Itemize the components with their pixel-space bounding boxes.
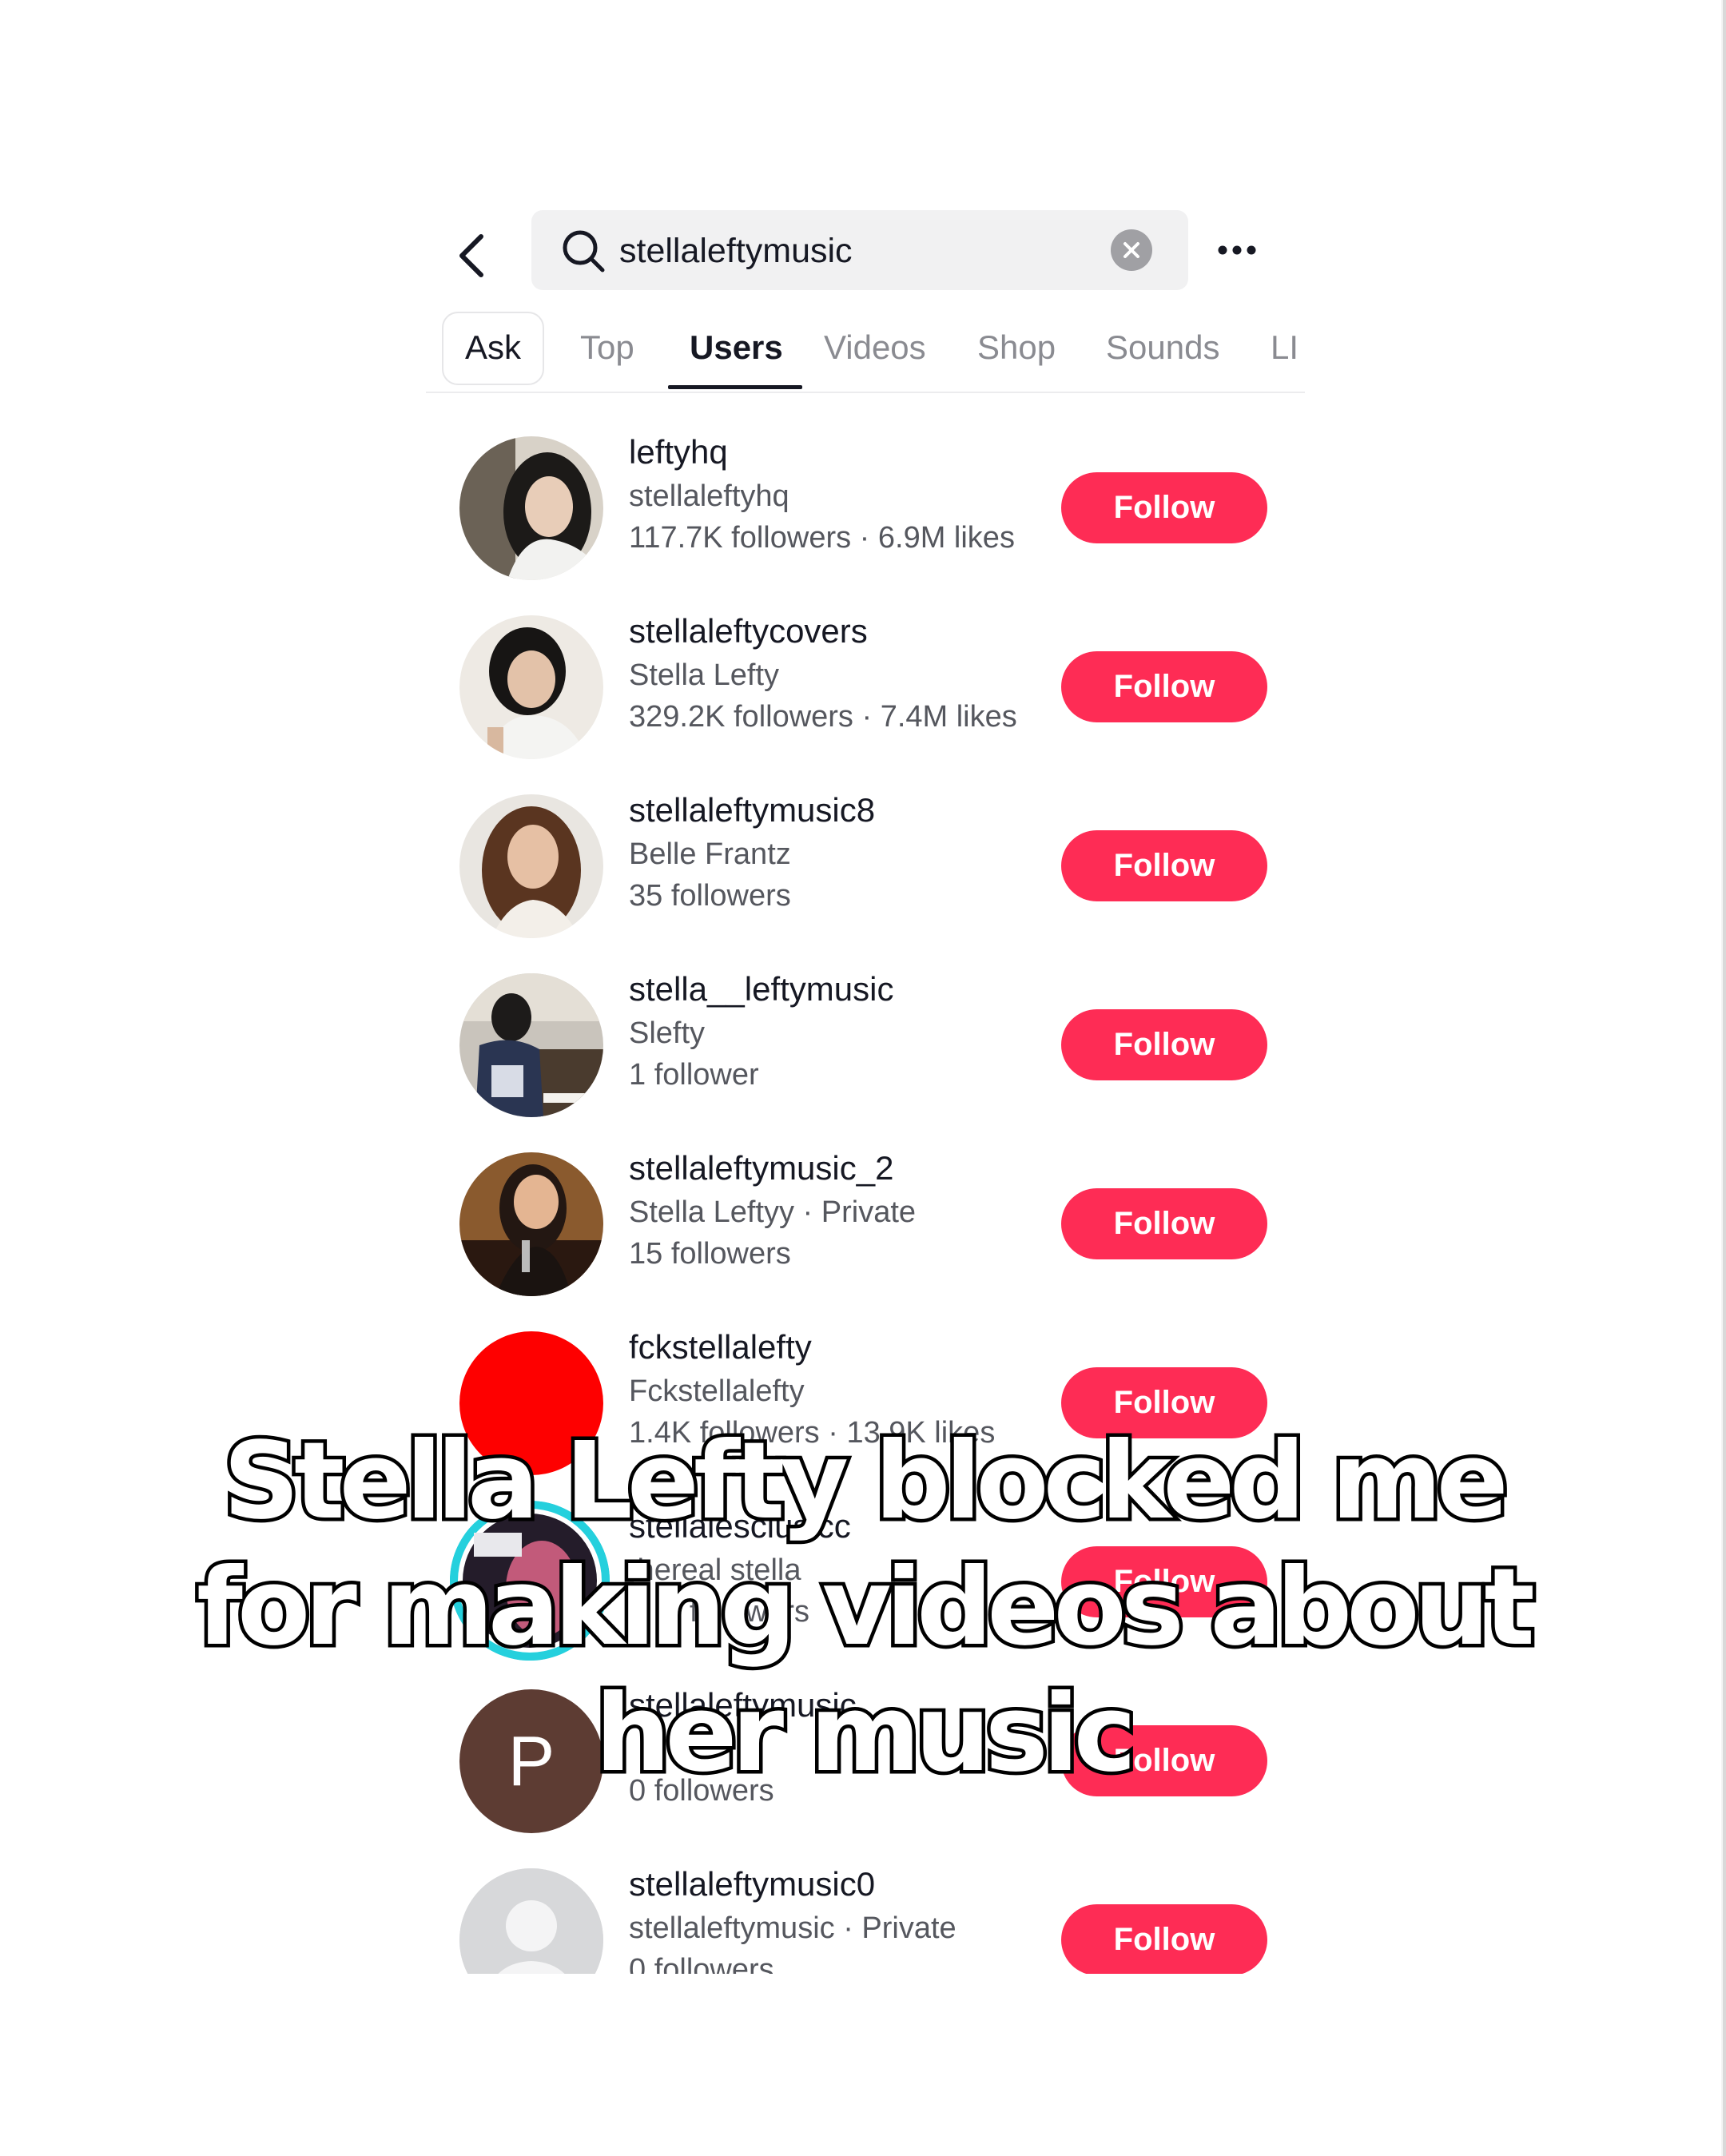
search-tabs: Ask Top Users Videos Shop Sounds LI bbox=[426, 312, 1305, 392]
user-stats: 15 followers bbox=[629, 1237, 791, 1271]
close-icon bbox=[1123, 242, 1139, 258]
user-row[interactable]: stella__leftymusic Slefty 1 follower Fol… bbox=[426, 967, 1305, 1146]
more-icon bbox=[1218, 245, 1256, 255]
tab-videos[interactable]: Videos bbox=[824, 312, 926, 392]
avatar[interactable] bbox=[459, 1152, 603, 1296]
user-row[interactable]: stellaleftymusic8 Belle Frantz 35 follow… bbox=[426, 788, 1305, 967]
caption-line: for making videos about bbox=[193, 1543, 1539, 1673]
user-row[interactable]: stellaleftycovers Stella Lefty 329.2K fo… bbox=[426, 609, 1305, 788]
username[interactable]: stellaleftymusic8 bbox=[629, 788, 875, 833]
username[interactable]: stellaleftymusic_2 bbox=[629, 1146, 893, 1191]
username[interactable]: leftyhq bbox=[629, 430, 728, 475]
active-tab-indicator bbox=[668, 385, 802, 389]
user-stats: 0 followers bbox=[629, 1953, 774, 1974]
user-stats: 329.2K followers · 7.4M likes bbox=[629, 700, 1017, 734]
follow-button[interactable]: Follow bbox=[1061, 830, 1267, 901]
follow-button[interactable]: Follow bbox=[1061, 1904, 1267, 1974]
display-name: Fckstellalefty bbox=[629, 1374, 805, 1408]
video-caption-overlay: Stella Lefty blocked me for making video… bbox=[0, 1417, 1726, 1800]
tab-users[interactable]: Users bbox=[690, 312, 783, 392]
username[interactable]: stellaleftymusic0 bbox=[629, 1862, 875, 1907]
avatar[interactable] bbox=[459, 436, 603, 580]
display-name: Slefty bbox=[629, 1016, 706, 1050]
back-button[interactable] bbox=[447, 224, 495, 288]
avatar[interactable] bbox=[459, 615, 603, 759]
clear-search-button[interactable] bbox=[1111, 229, 1152, 271]
caption-line: her music bbox=[591, 1669, 1140, 1800]
display-name: Belle Frantz bbox=[629, 837, 791, 871]
search-input[interactable]: stellaleftymusic bbox=[619, 228, 853, 274]
search-icon bbox=[563, 230, 605, 272]
user-row[interactable]: stellaleftymusic_2 Stella Leftyy · Priva… bbox=[426, 1146, 1305, 1325]
search-bar[interactable]: stellaleftymusic bbox=[531, 210, 1188, 290]
display-name: Stella Lefty bbox=[629, 658, 779, 692]
user-stats: 1 follower bbox=[629, 1058, 759, 1092]
username[interactable]: fckstellalefty bbox=[629, 1325, 812, 1370]
tab-ask[interactable]: Ask bbox=[442, 312, 544, 385]
display-name: stellaleftyhq bbox=[629, 479, 789, 513]
username[interactable]: stella__leftymusic bbox=[629, 967, 893, 1012]
user-row[interactable]: stellaleftymusic0 stellaleftymusic · Pri… bbox=[426, 1862, 1305, 1974]
avatar[interactable] bbox=[459, 973, 603, 1117]
tab-sounds[interactable]: Sounds bbox=[1106, 312, 1219, 392]
follow-button[interactable]: Follow bbox=[1061, 1188, 1267, 1259]
tab-top[interactable]: Top bbox=[580, 312, 634, 392]
user-row[interactable]: leftyhq stellaleftyhq 117.7K followers ·… bbox=[426, 430, 1305, 609]
avatar[interactable] bbox=[459, 794, 603, 938]
more-options-button[interactable] bbox=[1213, 230, 1261, 270]
follow-button[interactable]: Follow bbox=[1061, 472, 1267, 543]
tab-live[interactable]: LI bbox=[1271, 312, 1298, 392]
user-stats: 35 followers bbox=[629, 879, 791, 913]
window-edge-border bbox=[1723, 0, 1726, 2156]
caption-line: Stella Lefty blocked me bbox=[220, 1417, 1513, 1547]
chevron-left-icon bbox=[459, 234, 483, 277]
username[interactable]: stellaleftycovers bbox=[629, 609, 868, 654]
display-name: stellaleftymusic · Private bbox=[629, 1911, 956, 1945]
follow-button[interactable]: Follow bbox=[1061, 1009, 1267, 1080]
default-avatar-icon[interactable] bbox=[459, 1868, 603, 1974]
tab-shop[interactable]: Shop bbox=[977, 312, 1056, 392]
display-name: Stella Leftyy · Private bbox=[629, 1195, 917, 1229]
follow-button[interactable]: Follow bbox=[1061, 651, 1267, 722]
user-stats: 117.7K followers · 6.9M likes bbox=[629, 521, 1015, 555]
tabs-divider bbox=[426, 392, 1305, 393]
